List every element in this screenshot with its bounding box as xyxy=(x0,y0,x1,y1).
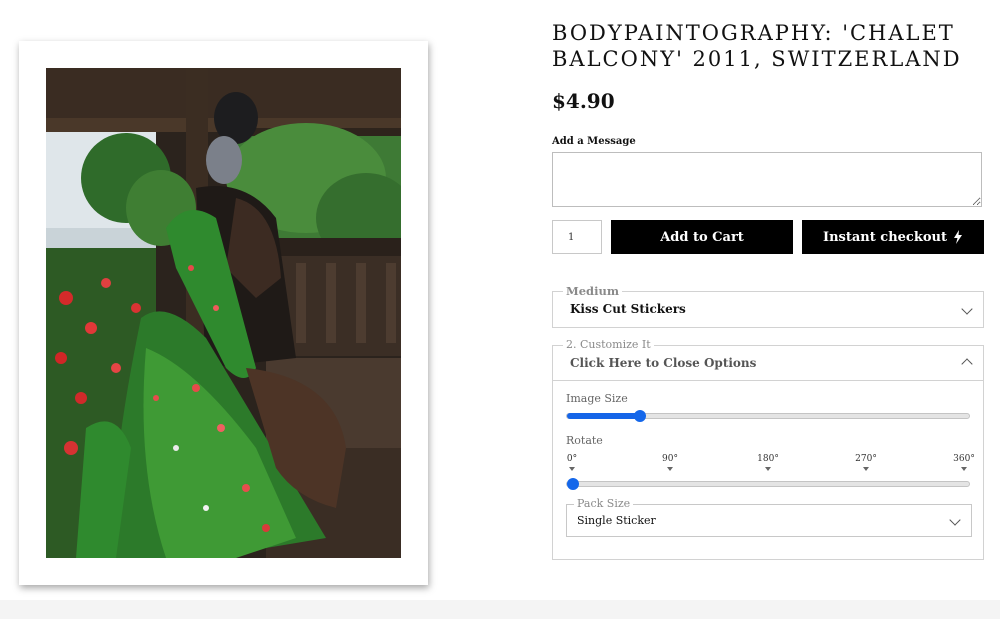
rotate-tick-label: 180° xyxy=(757,454,779,464)
message-textarea[interactable] xyxy=(552,152,982,207)
customize-toggle[interactable]: Click Here to Close Options xyxy=(553,346,983,381)
bodypaint-artwork-image xyxy=(46,68,401,558)
product-image-card xyxy=(19,41,428,585)
quantity-input[interactable]: 1 xyxy=(552,220,602,254)
rotate-slider-handle[interactable] xyxy=(567,478,579,490)
image-size-slider-handle[interactable] xyxy=(634,410,646,422)
page-footer-strip xyxy=(0,600,1000,619)
rotate-slider[interactable] xyxy=(566,478,970,490)
chevron-down-icon xyxy=(961,303,973,315)
image-size-label: Image Size xyxy=(566,392,628,405)
medium-select[interactable]: Medium Kiss Cut Stickers xyxy=(552,284,984,328)
rotate-tick-label: 90° xyxy=(662,454,678,464)
chevron-up-icon xyxy=(961,358,973,370)
product-price: $4.90 xyxy=(552,89,615,113)
pack-size-select[interactable]: Pack Size Single Sticker xyxy=(566,497,972,537)
add-to-cart-label: Add to Cart xyxy=(660,229,744,245)
rotate-label: Rotate xyxy=(566,434,603,447)
message-label: Add a Message xyxy=(552,136,636,147)
lightning-bolt-icon xyxy=(953,230,962,244)
instant-checkout-button[interactable]: Instant checkout xyxy=(802,220,984,254)
rotate-tick-mark xyxy=(667,467,673,471)
rotate-tick-label: 360° xyxy=(953,454,975,464)
rotate-tick-mark xyxy=(765,467,771,471)
medium-selected-value: Kiss Cut Stickers xyxy=(570,302,686,316)
chevron-down-icon xyxy=(949,514,961,526)
rotate-tick-label: 270° xyxy=(855,454,877,464)
medium-legend: Medium xyxy=(563,284,622,298)
pack-size-selected-value: Single Sticker xyxy=(577,514,656,527)
add-to-cart-button[interactable]: Add to Cart xyxy=(611,220,793,254)
image-size-slider[interactable] xyxy=(566,410,970,422)
instant-checkout-label: Instant checkout xyxy=(823,229,947,245)
quantity-value: 1 xyxy=(568,231,575,243)
image-size-slider-fill xyxy=(567,413,640,419)
rotate-tick-mark xyxy=(961,467,967,471)
customize-panel: 2. Customize It Click Here to Close Opti… xyxy=(552,338,984,560)
pack-size-legend: Pack Size xyxy=(574,497,634,511)
product-title: BODYPAINTOGRAPHY: 'CHALET BALCONY' 2011,… xyxy=(552,21,962,71)
rotate-tick-label: 0° xyxy=(566,454,578,464)
rotate-tick-mark xyxy=(863,467,869,471)
customize-toggle-label: Click Here to Close Options xyxy=(570,356,757,370)
product-photo[interactable] xyxy=(46,68,401,558)
rotate-tick-mark xyxy=(569,467,575,471)
